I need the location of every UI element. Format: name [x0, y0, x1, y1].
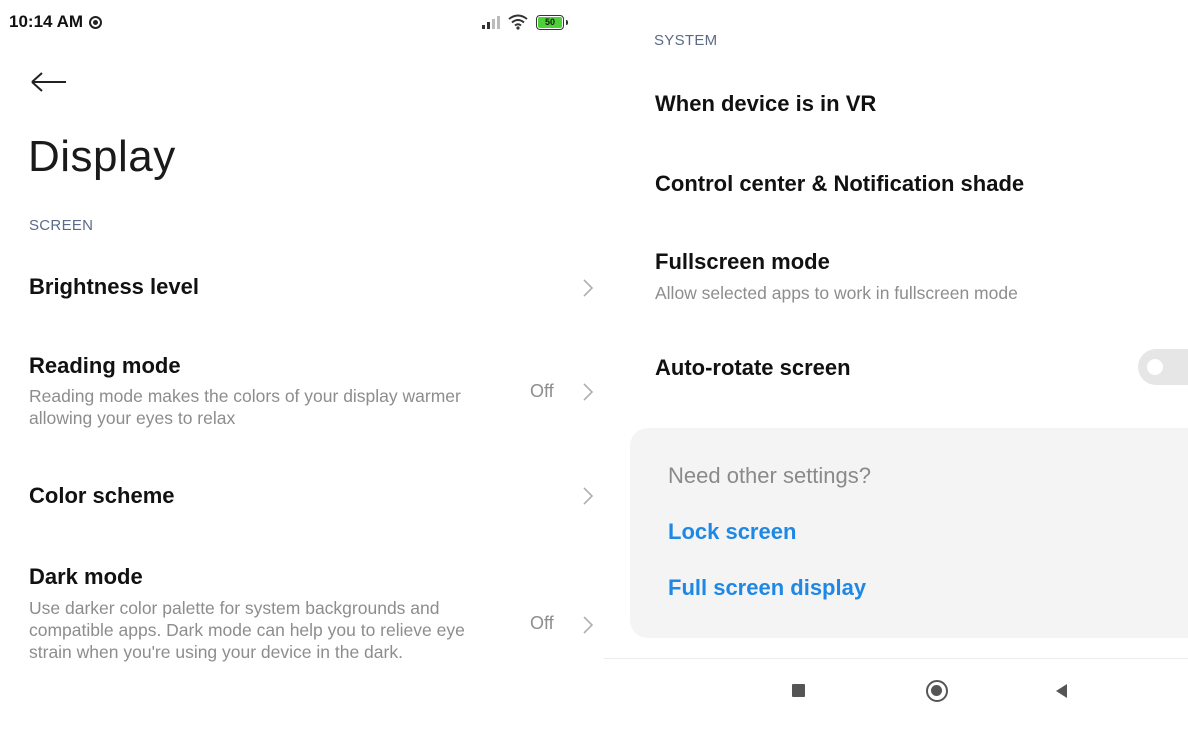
reading-mode-item[interactable]: Reading mode Reading mode makes the colo… — [0, 350, 604, 436]
back-triangle-icon[interactable] — [1056, 684, 1067, 698]
chevron-right-icon — [583, 279, 594, 297]
recents-square-icon[interactable] — [792, 684, 805, 697]
home-circle-icon[interactable] — [926, 680, 948, 702]
signal-icon — [482, 15, 500, 29]
status-bar-icons: 50 — [482, 11, 568, 33]
fullscreen-mode-description: Allow selected apps to work in fullscree… — [655, 283, 1018, 303]
chevron-right-icon — [583, 616, 594, 634]
other-settings-card: Need other settings? Lock screen Full sc… — [630, 428, 1188, 638]
status-bar-time: 10:14 AM — [9, 12, 103, 32]
dark-mode-item[interactable]: Dark mode Use darker color palette for s… — [0, 560, 604, 695]
chevron-right-icon — [583, 383, 594, 401]
display-settings-screen-scrolled: SYSTEM When device is in VR Control cent… — [604, 0, 1188, 735]
brightness-level-title: Brightness level — [29, 274, 199, 299]
page-title: Display — [28, 132, 176, 181]
wifi-icon — [508, 14, 528, 30]
toggle-knob — [1147, 359, 1163, 375]
display-settings-screen: 10:14 AM 50 Display SCREEN Brightness le… — [0, 0, 604, 735]
brightness-level-item[interactable]: Brightness level — [0, 260, 604, 316]
chevron-right-icon — [583, 487, 594, 505]
clock-text: 10:14 AM — [9, 12, 84, 31]
auto-rotate-toggle[interactable] — [1138, 349, 1188, 385]
dark-mode-description: Use darker color palette for system back… — [29, 598, 465, 662]
nav-bar-divider — [604, 658, 1188, 659]
dark-mode-title: Dark mode — [29, 564, 143, 589]
reading-mode-value: Off — [530, 381, 554, 401]
fullscreen-mode-item[interactable]: Fullscreen mode Allow selected apps to w… — [604, 242, 1188, 308]
other-settings-title: Need other settings? — [668, 463, 872, 488]
reading-mode-description: Reading mode makes the colors of your di… — [29, 386, 461, 428]
color-scheme-item[interactable]: Color scheme — [0, 470, 604, 526]
control-center-title: Control center & Notification shade — [655, 171, 1025, 196]
section-header-system: SYSTEM — [654, 32, 718, 49]
auto-rotate-item[interactable]: Auto-rotate screen — [604, 344, 1134, 394]
battery-level: 50 — [538, 16, 562, 28]
control-center-item[interactable]: Control center & Notification shade — [604, 158, 1188, 208]
fullscreen-mode-title: Fullscreen mode — [655, 249, 830, 274]
reading-mode-title: Reading mode — [29, 353, 181, 378]
alarm-icon — [89, 16, 103, 29]
lock-screen-link[interactable]: Lock screen — [668, 519, 796, 545]
color-scheme-title: Color scheme — [29, 483, 175, 508]
dark-mode-value: Off — [530, 613, 554, 633]
vr-mode-item[interactable]: When device is in VR — [604, 78, 1188, 128]
back-arrow-icon[interactable] — [30, 66, 70, 98]
auto-rotate-title: Auto-rotate screen — [655, 355, 851, 380]
full-screen-display-link[interactable]: Full screen display — [668, 575, 866, 601]
section-header-screen: SCREEN — [29, 217, 94, 234]
vr-mode-title: When device is in VR — [655, 91, 877, 116]
battery-icon: 50 — [536, 14, 568, 30]
